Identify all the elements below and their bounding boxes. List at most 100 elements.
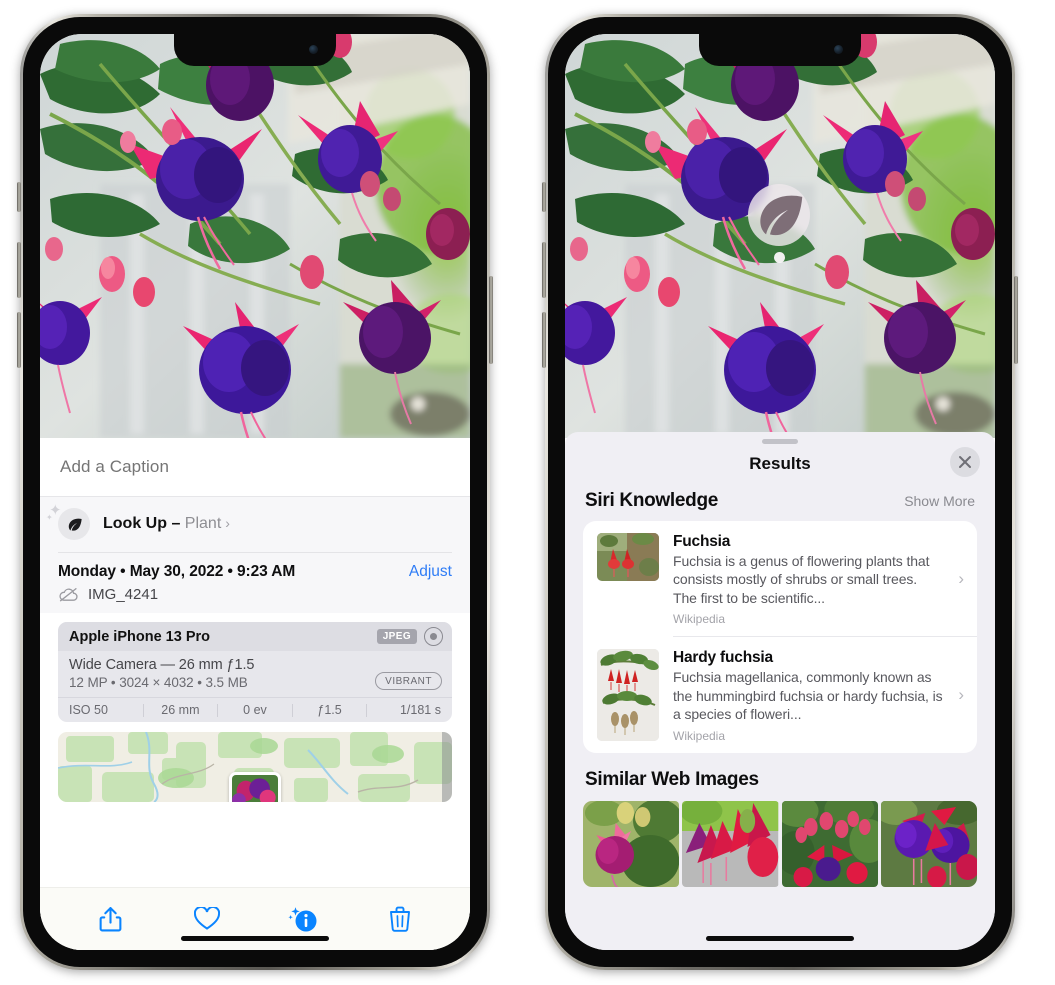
- hardy-fuchsia-thumb-graphic: [597, 649, 659, 742]
- photo-viewer-left[interactable]: [40, 34, 470, 438]
- delete-button[interactable]: [381, 900, 419, 938]
- leaf-icon: [760, 195, 803, 236]
- knowledge-item-text: Fuchsia Fuchsia is a genus of flowering …: [673, 533, 965, 626]
- look-up-section: ✦ ✦ Look Up – Plant ›: [40, 496, 470, 552]
- leaf-icon-badge: ✦ ✦: [46, 503, 90, 540]
- side-power-button[interactable]: [1014, 276, 1018, 364]
- web-image-tile-3[interactable]: [781, 800, 878, 887]
- results-header: Results: [565, 444, 995, 484]
- plant-detected-badge[interactable]: [748, 184, 810, 263]
- cloud-slash-icon: [59, 587, 78, 602]
- volume-up-button[interactable]: [542, 242, 546, 298]
- info-sparkle-icon: [288, 907, 317, 932]
- close-icon: [959, 456, 971, 468]
- location-map-thumbnail[interactable]: [58, 732, 452, 802]
- front-camera-icon: [834, 45, 843, 54]
- share-icon: [99, 906, 122, 931]
- notch-left: [174, 34, 336, 66]
- web-image-1-fuchsia-pink: [583, 800, 680, 887]
- close-button[interactable]: [950, 447, 980, 477]
- chevron-right-icon: ›: [958, 685, 964, 705]
- trash-icon: [389, 906, 410, 932]
- knowledge-description: Fuchsia magellanica, commonly known as t…: [673, 669, 943, 723]
- detect-bubble[interactable]: [748, 184, 810, 246]
- volume-down-button[interactable]: [17, 312, 21, 368]
- photo-viewer-right[interactable]: [565, 34, 995, 438]
- similar-web-images-strip[interactable]: [565, 800, 995, 887]
- photo-info-sheet: ✦ ✦ Look Up – Plant› Monday • May 30, 20…: [40, 438, 470, 950]
- right-screen: Results Siri Knowledge Show More Fuchsia…: [565, 34, 995, 950]
- knowledge-source: Wikipedia: [673, 728, 726, 743]
- look-up-dash: –: [167, 515, 185, 532]
- knowledge-source: Wikipedia: [673, 612, 726, 627]
- heart-icon: [193, 907, 220, 930]
- map-photo-pin[interactable]: [229, 772, 281, 802]
- left-screen: ✦ ✦ Look Up – Plant› Monday • May 30, 20…: [40, 34, 470, 950]
- caption-input[interactable]: [58, 456, 452, 478]
- home-indicator-left[interactable]: [181, 936, 329, 941]
- pin-thumbnail: [232, 775, 278, 802]
- look-up-row[interactable]: ✦ ✦ Look Up – Plant ›: [40, 497, 470, 552]
- look-up-subject: Plant: [184, 515, 222, 532]
- show-more-button[interactable]: Show More: [904, 493, 975, 509]
- front-camera-icon: [309, 45, 318, 54]
- knowledge-description: Fuchsia is a genus of flowering plants t…: [673, 553, 930, 606]
- caption-field-row[interactable]: [40, 438, 470, 496]
- knowledge-item-hardy-fuchsia[interactable]: Hardy fuchsia Fuchsia magellanica, commo…: [583, 637, 977, 752]
- format-badge: JPEG: [376, 629, 417, 644]
- camera-card-body: Wide Camera — 26 mm ƒ1.5 12 MP • 3024 × …: [58, 651, 452, 697]
- leaf-icon: [68, 518, 82, 531]
- siri-knowledge-title: Siri Knowledge: [585, 490, 719, 511]
- divider: [58, 552, 452, 553]
- similar-web-images-header: Similar Web Images: [565, 753, 995, 799]
- web-image-3-fuchsia-bush: [781, 800, 878, 887]
- notch-right: [699, 34, 861, 66]
- chevron-right-icon: ›: [958, 568, 964, 588]
- mute-switch[interactable]: [542, 182, 546, 212]
- side-power-button[interactable]: [489, 276, 493, 364]
- right-phone-device: Results Siri Knowledge Show More Fuchsia…: [542, 14, 1018, 970]
- capture-date: Monday • May 30, 2022 • 9:23 AM: [58, 563, 296, 580]
- web-image-tile-2[interactable]: [682, 800, 779, 887]
- sparkle-small-icon: ✦: [46, 513, 53, 522]
- look-up-label: Look Up – Plant ›: [103, 515, 230, 533]
- photographic-style-badge: VIBRANT: [375, 672, 442, 690]
- left-phone-device: ✦ ✦ Look Up – Plant› Monday • May 30, 20…: [17, 14, 493, 970]
- web-image-tile-1[interactable]: [583, 800, 680, 887]
- exif-exposure-bias: 0 ev: [243, 703, 267, 717]
- adjust-button[interactable]: Adjust: [409, 563, 452, 581]
- knowledge-item-text: Hardy fuchsia Fuchsia magellanica, commo…: [673, 649, 965, 742]
- exif-focal-length: 26 mm: [161, 703, 200, 717]
- volume-down-button[interactable]: [542, 312, 546, 368]
- camera-info-card: Apple iPhone 13 Pro JPEG Wide Camera — 2…: [58, 622, 452, 722]
- sparkle-icon: ✦: [49, 502, 62, 519]
- file-name: IMG_4241: [88, 586, 159, 603]
- date-row: Monday • May 30, 2022 • 9:23 AM Adjust: [58, 563, 452, 581]
- exif-shutter-speed: 1/181 s: [399, 703, 441, 717]
- exif-iso: ISO 50: [69, 703, 108, 717]
- info-button[interactable]: [284, 900, 322, 938]
- volume-up-button[interactable]: [17, 242, 21, 298]
- camera-card-header: Apple iPhone 13 Pro JPEG: [58, 622, 452, 651]
- fuchsia-photo: [40, 34, 470, 438]
- knowledge-item-fuchsia[interactable]: Fuchsia Fuchsia is a genus of flowering …: [583, 521, 977, 636]
- web-image-2-fuchsia-red: [682, 800, 779, 887]
- file-row: IMG_4241: [58, 586, 452, 603]
- visual-look-up-results-sheet: Results Siri Knowledge Show More Fuchsia…: [565, 432, 995, 950]
- mute-switch[interactable]: [17, 182, 21, 212]
- hardy-fuchsia-thumbnail: [597, 649, 659, 742]
- raw-capture-icon: [424, 627, 443, 646]
- favorite-button[interactable]: [188, 900, 226, 938]
- exif-row: ISO 50 26 mm 0 ev ƒ1.5 1/181 s: [58, 697, 452, 722]
- look-up-bold-text: Look Up: [103, 515, 167, 532]
- web-image-tile-4[interactable]: [880, 800, 977, 887]
- results-title: Results: [749, 454, 811, 473]
- fuchsia-thumb-graphic: [597, 533, 659, 581]
- similar-web-images-title: Similar Web Images: [585, 768, 759, 790]
- home-indicator-right[interactable]: [706, 936, 854, 941]
- metadata-section: Monday • May 30, 2022 • 9:23 AM Adjust I…: [40, 552, 470, 613]
- camera-model: Apple iPhone 13 Pro: [69, 628, 210, 645]
- knowledge-title: Fuchsia: [673, 533, 731, 550]
- share-button[interactable]: [91, 900, 129, 938]
- detect-anchor-dot: [773, 252, 785, 263]
